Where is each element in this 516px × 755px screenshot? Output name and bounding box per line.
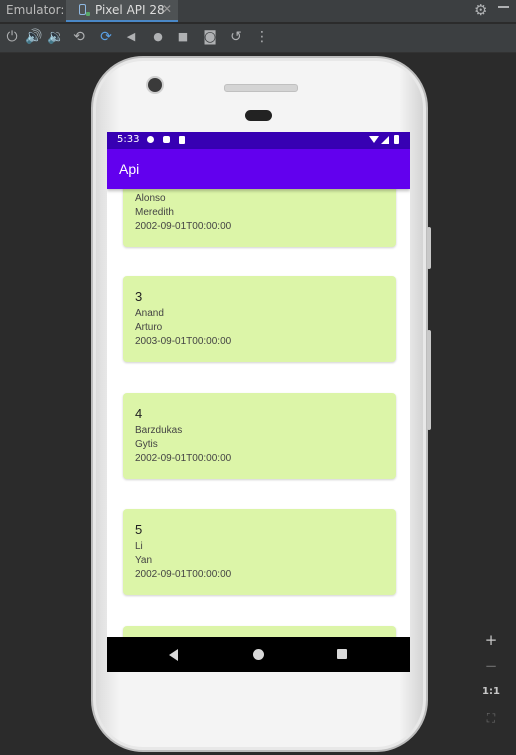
nav-back-icon[interactable] bbox=[169, 649, 178, 661]
item-first-name: Meredith bbox=[135, 207, 174, 218]
device-screen: 5:33 Api Alonso Meredith 2002-09-01T00:0… bbox=[107, 132, 410, 672]
item-last-name: Alonso bbox=[135, 193, 166, 204]
close-tab-icon[interactable]: ✕ bbox=[162, 2, 172, 16]
home-icon[interactable]: ● bbox=[146, 24, 170, 50]
rotate-left-icon[interactable]: ⟲ bbox=[67, 24, 91, 50]
snapshot-icon[interactable]: ↺ bbox=[224, 24, 248, 50]
ide-title-bar: Emulator: Pixel API 28 ✕ ⚙ bbox=[0, 0, 516, 22]
power-icon[interactable]: ⏻ bbox=[0, 24, 24, 50]
item-id: 4 bbox=[135, 406, 143, 421]
app-bar: Api bbox=[107, 149, 410, 189]
power-button-hw[interactable] bbox=[427, 227, 431, 269]
item-date: 2002-09-01T00:00:00 bbox=[135, 569, 232, 580]
screenshot-icon[interactable]: ◙ bbox=[198, 24, 222, 50]
status-bar: 5:33 bbox=[107, 132, 410, 149]
shield-status-icon bbox=[163, 136, 170, 143]
earpiece bbox=[245, 110, 272, 121]
back-icon[interactable]: ◀ bbox=[119, 24, 143, 50]
minimize-icon[interactable] bbox=[498, 6, 509, 8]
battery-icon bbox=[394, 135, 399, 144]
front-camera bbox=[148, 78, 162, 92]
gear-icon[interactable]: ⚙ bbox=[474, 1, 487, 19]
item-last-name: Anand bbox=[135, 308, 164, 319]
wifi-icon bbox=[369, 136, 379, 143]
status-time: 5:33 bbox=[117, 134, 140, 145]
tab-pixel-api-28[interactable]: Pixel API 28 ✕ bbox=[66, 0, 178, 22]
signal-icon bbox=[381, 136, 389, 144]
emulator-label: Emulator: bbox=[6, 3, 65, 17]
list-item[interactable]: 4 Barzdukas Gytis 2002-09-01T00:00:00 bbox=[123, 393, 396, 479]
settings-status-icon bbox=[147, 136, 154, 143]
actual-size-button[interactable]: 1:1 bbox=[479, 681, 503, 703]
item-date: 2003-09-01T00:00:00 bbox=[135, 336, 232, 347]
item-first-name: Yan bbox=[135, 555, 153, 566]
list-item[interactable] bbox=[123, 626, 396, 637]
zoom-out-button[interactable]: − bbox=[479, 655, 503, 677]
list-item[interactable]: 3 Anand Arturo 2003-09-01T00:00:00 bbox=[123, 276, 396, 362]
item-date: 2002-09-01T00:00:00 bbox=[135, 221, 232, 232]
rotate-right-icon[interactable]: ⟳ bbox=[94, 24, 118, 50]
speaker-grille bbox=[224, 84, 298, 92]
item-first-name: Gytis bbox=[135, 439, 158, 450]
nav-home-icon[interactable] bbox=[253, 649, 264, 660]
overview-icon[interactable]: ■ bbox=[171, 24, 195, 50]
volume-down-icon[interactable]: 🔉 bbox=[44, 24, 68, 50]
tab-label: Pixel API 28 bbox=[95, 3, 165, 17]
emulator-toolbar: ⏻ 🔊 🔉 ⟲ ⟳ ◀ ● ■ ◙ ↺ ⋮ bbox=[0, 24, 516, 53]
item-last-name: Barzdukas bbox=[135, 425, 183, 436]
navigation-bar bbox=[107, 637, 410, 672]
volume-rocker-hw[interactable] bbox=[427, 330, 431, 430]
item-id: 5 bbox=[135, 522, 143, 537]
item-id: 3 bbox=[135, 289, 143, 304]
sdcard-status-icon bbox=[179, 136, 185, 144]
item-last-name: Li bbox=[135, 541, 143, 552]
list-item[interactable]: Alonso Meredith 2002-09-01T00:00:00 bbox=[123, 189, 396, 247]
item-first-name: Arturo bbox=[135, 322, 163, 333]
nav-recents-icon[interactable] bbox=[337, 649, 347, 659]
device-icon bbox=[79, 4, 90, 16]
list-item[interactable]: 5 Li Yan 2002-09-01T00:00:00 bbox=[123, 509, 396, 595]
zoom-in-button[interactable]: + bbox=[479, 629, 503, 651]
fit-screen-icon[interactable]: ⛶ bbox=[479, 707, 503, 729]
student-list[interactable]: Alonso Meredith 2002-09-01T00:00:00 3 An… bbox=[107, 189, 410, 637]
volume-up-icon[interactable]: 🔊 bbox=[22, 24, 46, 50]
zoom-controls: + − 1:1 ⛶ bbox=[479, 627, 503, 735]
app-title: Api bbox=[119, 161, 140, 177]
item-date: 2002-09-01T00:00:00 bbox=[135, 453, 232, 464]
more-icon[interactable]: ⋮ bbox=[250, 24, 274, 50]
